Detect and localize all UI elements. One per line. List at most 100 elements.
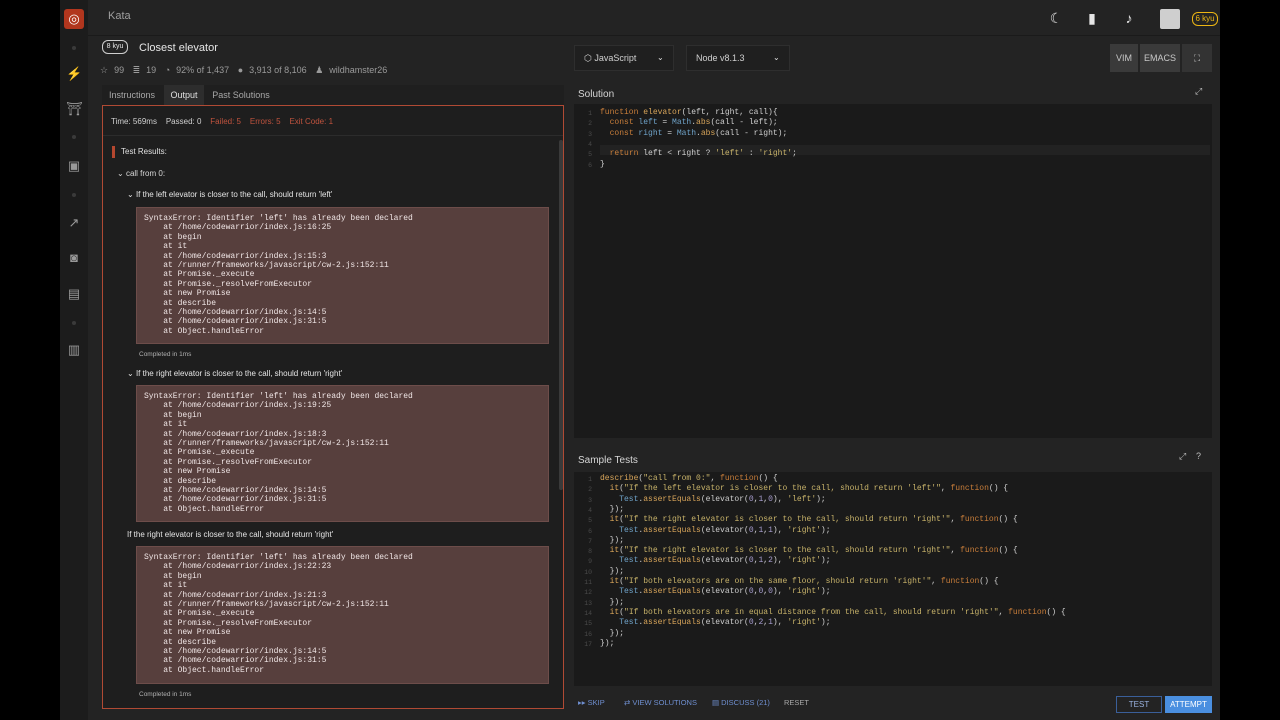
line-number: 15 <box>584 620 592 628</box>
chevron-down-icon: ⌄ <box>127 190 136 199</box>
line-number: 4 <box>588 506 592 514</box>
sample-tests-title: Sample Tests <box>578 455 638 466</box>
author-link[interactable]: wildhamster26 <box>329 65 387 75</box>
errors-count: Errors: 5 <box>249 117 281 126</box>
completed-time: Completed in 1ms <box>139 691 192 698</box>
test-button[interactable]: TEST <box>1116 696 1162 713</box>
line-number: 1 <box>588 110 592 117</box>
test-case-title[interactable]: ⌄ If the right elevator is closer to the… <box>127 369 342 378</box>
fullscreen-icon[interactable]: ⛶ <box>1182 44 1212 72</box>
run-time: Time: 569ms <box>111 117 157 126</box>
help-icon[interactable]: ? <box>1196 451 1201 461</box>
solution-editor[interactable]: 1 function elevator(left, right, call){2 … <box>574 104 1212 438</box>
error-message: SyntaxError: Identifier 'left' has alrea… <box>136 385 549 522</box>
test-results-label: Test Results: <box>112 146 167 158</box>
code-line: describe("call from 0:", function() { <box>600 474 778 483</box>
expand-icon[interactable]: ⤢ <box>1195 86 1202 97</box>
discuss-button[interactable]: ▤ DISCUSS (21) <box>712 698 770 707</box>
sidebar-dot <box>72 46 76 50</box>
completion-icon: ● <box>237 65 244 75</box>
code-line: }); <box>600 628 625 638</box>
line-number: 5 <box>588 517 592 525</box>
discord-icon[interactable]: ◙ <box>66 250 82 266</box>
failed-count: Failed: 5 <box>210 117 241 126</box>
describe-group[interactable]: ⌄ call from 0: <box>117 169 165 178</box>
chat-icon: ▤ <box>712 698 722 707</box>
avatar[interactable] <box>1160 9 1180 29</box>
language-select[interactable]: ⬡ JavaScript ⌄ <box>574 45 674 71</box>
code-line: }); <box>600 597 625 607</box>
tab-instructions[interactable]: Instructions <box>102 85 162 105</box>
line-number: 14 <box>584 609 592 617</box>
bell-icon[interactable]: ♪ <box>1121 10 1137 26</box>
code-line: }); <box>600 566 625 576</box>
sidebar-dot <box>72 321 76 325</box>
bookmark-icon[interactable]: ▮ <box>1084 10 1100 26</box>
code-line: const left = Math.abs(call - left); <box>609 118 778 128</box>
tab-past-solutions[interactable]: Past Solutions <box>208 85 274 105</box>
briefcase-icon[interactable]: ▣ <box>66 158 82 174</box>
kata-title[interactable]: Closest elevator <box>139 42 218 54</box>
chat-icon[interactable]: ▤ <box>66 286 82 302</box>
language-icon: ⬡ <box>584 53 595 63</box>
line-number: 9 <box>588 558 592 566</box>
breadcrumb[interactable]: Kata <box>108 10 131 22</box>
stars-count: 99 <box>114 65 125 75</box>
error-message: SyntaxError: Identifier 'left' has alrea… <box>136 546 549 684</box>
solution-title: Solution <box>578 89 615 100</box>
emacs-button[interactable]: EMACS <box>1140 44 1180 72</box>
error-message: SyntaxError: Identifier 'left' has alrea… <box>136 207 549 344</box>
divider <box>103 135 563 136</box>
test-case-title[interactable]: ⌄ If the left elevator is closer to the … <box>127 190 332 199</box>
exit-code: Exit Code: 1 <box>289 117 334 126</box>
left-sidebar: ◎ ⚡ ⛩ ▣ ↗ ◙ ▤ ▥ <box>60 0 88 720</box>
output-panel: Time: 569ms Passed: 0 Failed: 5 Errors: … <box>102 105 564 709</box>
run-summary: Time: 569ms Passed: 0 Failed: 5 Errors: … <box>111 117 333 126</box>
describe-title: call from 0: <box>125 169 166 178</box>
line-number: 6 <box>588 527 592 535</box>
line-number: 4 <box>588 140 592 148</box>
line-number: 2 <box>588 486 592 494</box>
vim-button[interactable]: VIM <box>1110 44 1138 72</box>
dojo-icon[interactable]: ⛩ <box>66 101 83 117</box>
line-number: 11 <box>584 579 592 586</box>
logo-icon[interactable]: ◎ <box>64 9 84 29</box>
code-line: Test.assertEquals(elevator(0,1,0), 'left… <box>619 494 826 504</box>
code-line: Test.assertEquals(elevator(0,1,2), 'righ… <box>619 556 831 566</box>
completed-time: Completed in 1ms <box>139 351 192 358</box>
chevron-down-icon: ⌄ <box>117 169 126 178</box>
star-icon[interactable]: ☆ <box>100 65 108 75</box>
collection-icon[interactable]: ≣ <box>133 65 141 75</box>
kata-header: 8 kyu Closest elevator ☆ 99 ≣ 19 ◔ 92% of 1… <box>100 38 570 84</box>
sample-tests-editor[interactable]: 1 describe("call from 0:", function() {2 … <box>574 472 1212 686</box>
code-line: return left < right ? 'left' : 'right'; <box>609 149 797 159</box>
trending-icon[interactable]: ↗ <box>66 215 82 231</box>
code-line: it("If the right elevator is closer to t… <box>609 546 1018 556</box>
expand-icon[interactable]: ⤢ <box>1179 451 1186 462</box>
kyu-badge: 8 kyu <box>102 40 128 54</box>
output-scrollbar[interactable] <box>559 140 563 490</box>
code-line: }); <box>600 504 625 514</box>
line-number: 8 <box>588 548 592 556</box>
tab-output[interactable]: Output <box>164 85 204 105</box>
code-line: it("If both elevators are in equal dista… <box>609 607 1066 617</box>
moon-icon[interactable]: ☾ <box>1048 10 1064 26</box>
book-icon[interactable]: ▥ <box>66 342 82 358</box>
version-select[interactable]: Node v8.1.3 ⌄ <box>686 45 790 71</box>
code-line: Test.assertEquals(elevator(0,0,0), 'righ… <box>619 587 831 597</box>
train-icon[interactable]: ⚡ <box>66 66 82 82</box>
line-number: 13 <box>584 599 592 607</box>
line-number: 7 <box>588 537 592 545</box>
skip-button[interactable]: ▸▸ SKIP <box>578 698 605 707</box>
passed-count: Passed: 0 <box>165 117 202 126</box>
view-solutions-button[interactable]: ⇄ VIEW SOLUTIONS <box>624 698 697 707</box>
test-case-title[interactable]: If the right elevator is closer to the c… <box>127 530 333 539</box>
satisfaction-icon: ◔ <box>164 65 171 75</box>
attempt-button[interactable]: ATTEMPT <box>1165 696 1212 713</box>
line-number: 3 <box>588 130 592 138</box>
line-number: 16 <box>584 630 592 638</box>
reset-button[interactable]: RESET <box>784 698 809 707</box>
line-number: 6 <box>588 161 592 169</box>
completion-count: 3,913 of 8,106 <box>249 65 307 75</box>
chevron-down-icon: ⌄ <box>127 369 136 378</box>
